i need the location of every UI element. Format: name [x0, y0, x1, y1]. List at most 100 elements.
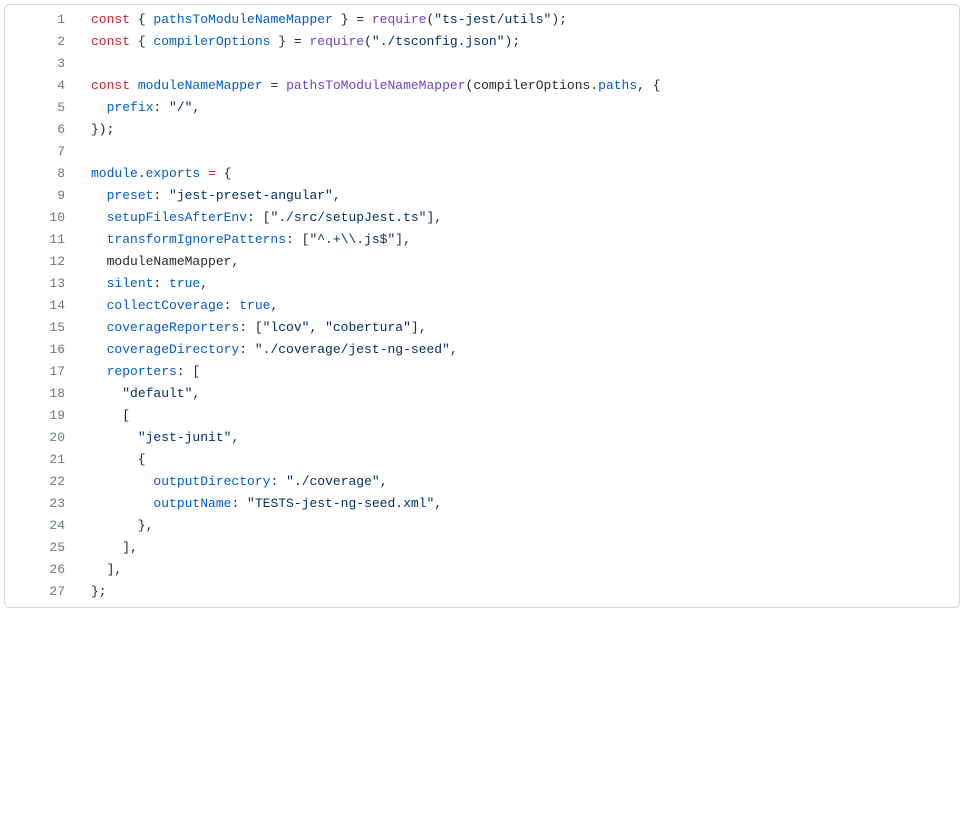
code-token: "./tsconfig.json": [372, 34, 505, 49]
code-line: 4const moduleNameMapper = pathsToModuleN…: [5, 75, 959, 97]
code-line: 7: [5, 141, 959, 163]
code-token: "ts-jest/utils": [434, 12, 551, 27]
code-content[interactable]: const { pathsToModuleNameMapper } = requ…: [75, 5, 959, 31]
code-line: 6});: [5, 119, 959, 141]
code-line: 10 setupFilesAfterEnv: ["./src/setupJest…: [5, 207, 959, 229]
code-line: 3: [5, 53, 959, 75]
line-number: 21: [5, 449, 75, 471]
code-token: ],: [411, 320, 427, 335]
code-token: },: [91, 518, 153, 533]
code-content[interactable]: outputName: "TESTS-jest-ng-seed.xml",: [75, 493, 959, 515]
code-content[interactable]: coverageReporters: ["lcov", "cobertura"]…: [75, 317, 959, 339]
code-token: pathsToModuleNameMapper: [153, 12, 332, 27]
code-token: };: [91, 584, 107, 599]
code-content[interactable]: preset: "jest-preset-angular",: [75, 185, 959, 207]
code-line: 25 ],: [5, 537, 959, 559]
line-number: 6: [5, 119, 75, 141]
code-content[interactable]: [75, 53, 959, 75]
code-token: transformIgnorePatterns: [107, 232, 286, 247]
code-token: silent: [107, 276, 154, 291]
code-content[interactable]: {: [75, 449, 959, 471]
code-content[interactable]: ],: [75, 559, 959, 581]
code-token: compilerOptions: [473, 78, 590, 93]
code-token: .: [138, 166, 146, 181]
line-number: 7: [5, 141, 75, 163]
code-line: 21 {: [5, 449, 959, 471]
line-number: 9: [5, 185, 75, 207]
code-content[interactable]: [75, 141, 959, 163]
code-token: ],: [395, 232, 411, 247]
code-token: "jest-junit": [138, 430, 232, 445]
code-token: {: [91, 452, 146, 467]
code-token: : [: [239, 320, 262, 335]
code-token: [91, 430, 138, 445]
code-token: exports: [146, 166, 201, 181]
code-token: moduleNameMapper,: [91, 254, 239, 269]
code-content[interactable]: moduleNameMapper,: [75, 251, 959, 273]
code-token: .: [590, 78, 598, 93]
code-token: :: [153, 276, 169, 291]
code-content[interactable]: transformIgnorePatterns: ["^.+\\.js$"],: [75, 229, 959, 251]
line-number: 1: [5, 5, 75, 31]
code-content[interactable]: outputDirectory: "./coverage",: [75, 471, 959, 493]
code-content[interactable]: "default",: [75, 383, 959, 405]
code-token: moduleNameMapper: [138, 78, 263, 93]
code-token: [91, 100, 107, 115]
code-token: } =: [333, 12, 372, 27]
line-number: 26: [5, 559, 75, 581]
code-content[interactable]: collectCoverage: true,: [75, 295, 959, 317]
code-line: 9 preset: "jest-preset-angular",: [5, 185, 959, 207]
code-token: [200, 166, 208, 181]
code-content[interactable]: setupFilesAfterEnv: ["./src/setupJest.ts…: [75, 207, 959, 229]
code-content[interactable]: "jest-junit",: [75, 427, 959, 449]
code-content[interactable]: });: [75, 119, 959, 141]
code-token: [91, 188, 107, 203]
code-content[interactable]: };: [75, 581, 959, 607]
code-line: 27};: [5, 581, 959, 607]
line-number: 5: [5, 97, 75, 119]
code-token: outputName: [153, 496, 231, 511]
code-token: prefix: [107, 100, 154, 115]
code-token: require: [309, 34, 364, 49]
code-content[interactable]: module.exports = {: [75, 163, 959, 185]
code-token: : [: [286, 232, 309, 247]
code-content[interactable]: ],: [75, 537, 959, 559]
code-content[interactable]: },: [75, 515, 959, 537]
code-content[interactable]: const { compilerOptions } = require("./t…: [75, 31, 959, 53]
code-token: compilerOptions: [153, 34, 270, 49]
code-content[interactable]: prefix: "/",: [75, 97, 959, 119]
code-token: {: [216, 166, 232, 181]
code-token: {: [130, 34, 153, 49]
line-number: 22: [5, 471, 75, 493]
code-token: :: [239, 342, 255, 357]
code-token: });: [91, 122, 114, 137]
code-content[interactable]: const moduleNameMapper = pathsToModuleNa…: [75, 75, 959, 97]
code-token: [91, 276, 107, 291]
code-content[interactable]: coverageDirectory: "./coverage/jest-ng-s…: [75, 339, 959, 361]
line-number: 14: [5, 295, 75, 317]
code-token: [91, 496, 153, 511]
line-number: 2: [5, 31, 75, 53]
code-content[interactable]: silent: true,: [75, 273, 959, 295]
code-line: 18 "default",: [5, 383, 959, 405]
code-token: ,: [380, 474, 388, 489]
code-line: 24 },: [5, 515, 959, 537]
code-token: [91, 342, 107, 357]
code-token: [91, 210, 107, 225]
code-content[interactable]: [: [75, 405, 959, 427]
line-number: 23: [5, 493, 75, 515]
code-line: 23 outputName: "TESTS-jest-ng-seed.xml",: [5, 493, 959, 515]
code-line: 12 moduleNameMapper,: [5, 251, 959, 273]
code-line: 11 transformIgnorePatterns: ["^.+\\.js$"…: [5, 229, 959, 251]
code-token: [91, 232, 107, 247]
code-token: "^.+\\.js$": [309, 232, 395, 247]
line-number: 3: [5, 53, 75, 75]
line-number: 10: [5, 207, 75, 229]
code-token: "/": [169, 100, 192, 115]
code-line: 20 "jest-junit",: [5, 427, 959, 449]
code-content[interactable]: reporters: [: [75, 361, 959, 383]
code-token: : [: [177, 364, 200, 379]
code-line: 26 ],: [5, 559, 959, 581]
code-token: =: [263, 78, 286, 93]
code-token: collectCoverage: [107, 298, 224, 313]
